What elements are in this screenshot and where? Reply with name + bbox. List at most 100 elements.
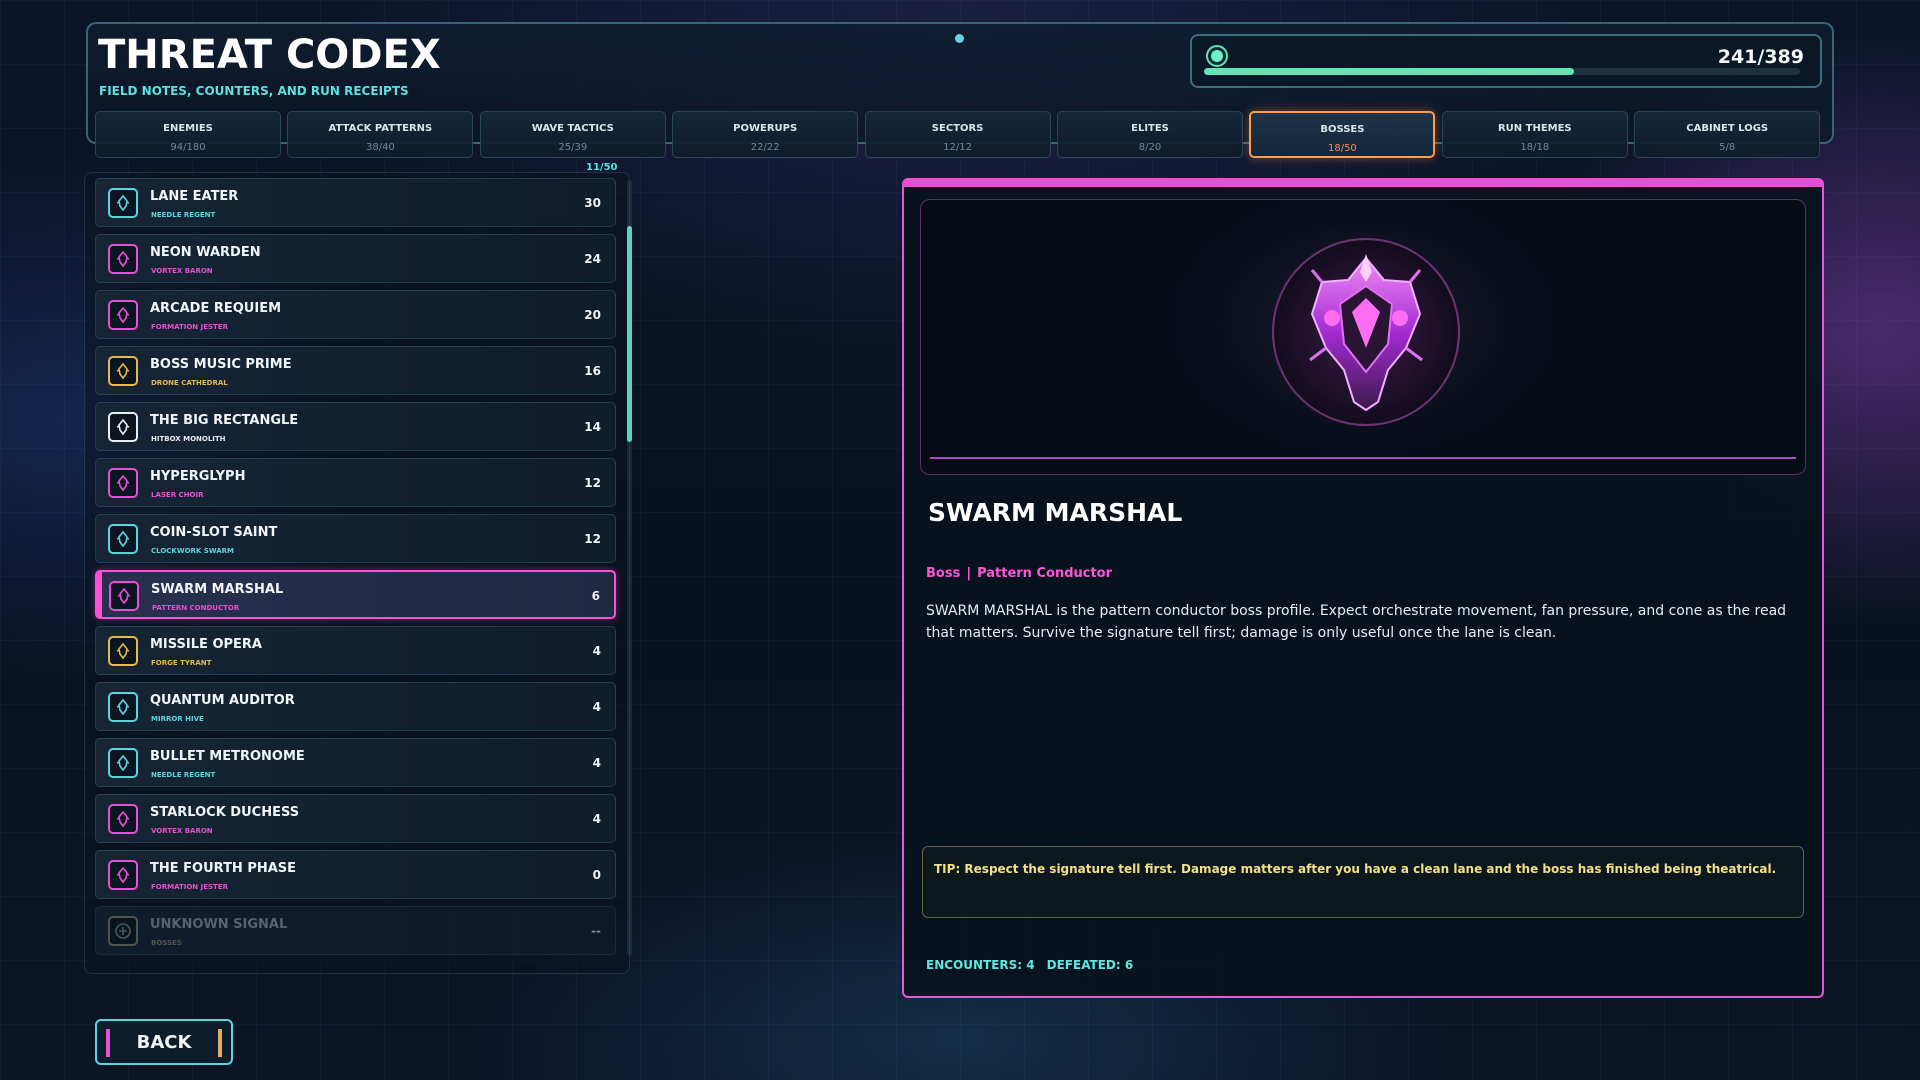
list-item-subtitle: HITBOX MONOLITH	[151, 435, 226, 443]
list-item[interactable]: NEON WARDEN VORTEX BARON 24	[95, 234, 616, 283]
list-item-count: 30	[584, 196, 601, 210]
tip-text: TIP: Respect the signature tell first. D…	[934, 862, 1777, 876]
list-item-subtitle: VORTEX BARON	[151, 827, 213, 835]
list-item-count: 4	[592, 644, 601, 658]
list-item[interactable]: MISSILE OPERA FORGE TYRANT 4	[95, 626, 616, 675]
list-item-subtitle: PATTERN CONDUCTOR	[152, 604, 240, 612]
list-item-count: 4	[592, 700, 601, 714]
list-item-count: 16	[584, 364, 601, 378]
list-item-count: 24	[584, 252, 601, 266]
list-item-subtitle: LASER CHOIR	[151, 491, 204, 499]
tab-label: CABINET LOGS	[1686, 123, 1769, 134]
preview-divider	[930, 457, 1796, 459]
codex-progress: 241/389	[1190, 34, 1822, 88]
page-subtitle: FIELD NOTES, COUNTERS, AND RUN RECEIPTS	[99, 84, 409, 98]
tab-label: BOSSES	[1320, 124, 1365, 135]
boss-sprite-icon	[108, 412, 138, 442]
list-item-count: 14	[584, 420, 601, 434]
list-item[interactable]: BULLET METRONOME NEEDLE REGENT 4	[95, 738, 616, 787]
boss-type-tag: Boss	[926, 566, 961, 581]
page-title: THREAT CODEX	[98, 32, 441, 78]
boss-sprite-icon	[108, 524, 138, 554]
list-item-count: 4	[592, 812, 601, 826]
boss-sprite-icon	[108, 356, 138, 386]
tab-bosses[interactable]: BOSSES 18/50	[1249, 111, 1436, 158]
list-item-subtitle: FORMATION JESTER	[151, 323, 228, 331]
list-item-subtitle: VORTEX BARON	[151, 267, 213, 275]
list-scrollbar-thumb[interactable]	[627, 226, 632, 442]
tab-count: 18/50	[1327, 143, 1357, 154]
tab-label: WAVE TACTICS	[531, 123, 614, 134]
tab-count: 25/39	[558, 142, 588, 153]
list-item[interactable]: HYPERGLYPH LASER CHOIR 12	[95, 458, 616, 507]
list-item[interactable]: STARLOCK DUCHESS VORTEX BARON 4	[95, 794, 616, 843]
boss-sprite-icon	[108, 860, 138, 890]
list-item-count: --	[591, 924, 601, 938]
tab-label: ATTACK PATTERNS	[328, 123, 433, 134]
tab-label: ENEMIES	[163, 123, 213, 134]
list-item-count: 12	[584, 532, 601, 546]
back-button[interactable]: BACK	[95, 1019, 233, 1065]
list-item-subtitle: NEEDLE REGENT	[151, 771, 216, 779]
tab-label: ELITES	[1131, 123, 1169, 134]
tab-count: 8/20	[1138, 142, 1162, 153]
tab-attack-patterns[interactable]: ATTACK PATTERNS 38/40	[287, 111, 474, 158]
list-item[interactable]: ARCADE REQUIEM FORMATION JESTER 20	[95, 290, 616, 339]
list-item-name: BULLET METRONOME	[150, 749, 305, 764]
list-item[interactable]: QUANTUM AUDITOR MIRROR HIVE 4	[95, 682, 616, 731]
list-item-name: SWARM MARSHAL	[151, 582, 284, 597]
tab-wave-tactics[interactable]: WAVE TACTICS 25/39	[479, 111, 666, 158]
list-item-name: ARCADE REQUIEM	[150, 301, 282, 316]
list-item-name: HYPERGLYPH	[150, 469, 246, 484]
list-item[interactable]: LANE EATER NEEDLE REGENT 30	[95, 178, 616, 227]
boss-name: SWARM MARSHAL	[928, 498, 1183, 527]
tab-sectors[interactable]: SECTORS 12/12	[864, 111, 1051, 158]
list-item-subtitle: NEEDLE REGENT	[151, 211, 216, 219]
boss-sprite-icon	[108, 468, 138, 498]
list-item[interactable]: THE FOURTH PHASE FORMATION JESTER 0	[95, 850, 616, 899]
boss-sprite-icon	[108, 300, 138, 330]
list-item-name: MISSILE OPERA	[150, 637, 262, 652]
defeated-stat: DEFEATED: 6	[1046, 958, 1134, 972]
tab-count: 22/22	[750, 142, 780, 153]
tab-cabinet-logs[interactable]: CABINET LOGS 5/8	[1634, 111, 1821, 158]
category-tabs: ENEMIES 94/180 ATTACK PATTERNS 38/40 WAVE TA…	[95, 111, 1821, 158]
boss-description: SWARM MARSHAL is the pattern conductor b…	[926, 603, 1787, 641]
list-item-name: COIN-SLOT SAINT	[150, 525, 278, 540]
tab-count: 38/40	[365, 142, 395, 153]
list-item[interactable]: COIN-SLOT SAINT CLOCKWORK SWARM 12	[95, 514, 616, 563]
progress-fill	[1204, 68, 1574, 75]
list-item[interactable]: SWARM MARSHAL PATTERN CONDUCTOR 6	[95, 570, 616, 619]
boss-sprite-icon	[108, 804, 138, 834]
boss-stats: ENCOUNTERS: 4 DEFEATED: 6	[926, 958, 1145, 972]
tab-count: 94/180	[170, 142, 206, 153]
progress-count: 241/389	[1717, 46, 1804, 68]
boss-portrait-icon	[1309, 254, 1423, 412]
tip-box	[922, 846, 1804, 918]
boss-sprite-icon	[108, 748, 138, 778]
back-button-label: BACK	[136, 1032, 192, 1053]
tab-enemies[interactable]: ENEMIES 94/180	[95, 111, 281, 158]
tab-run-themes[interactable]: RUN THEMES 18/18	[1441, 111, 1628, 158]
tab-powerups[interactable]: POWERUPS 22/22	[672, 111, 859, 158]
list-item-count: 4	[592, 756, 601, 770]
list-item-subtitle: FORMATION JESTER	[151, 883, 228, 891]
list-item-count: 12	[584, 476, 601, 490]
list-item-count: 20	[584, 308, 601, 322]
boss-sprite-icon	[108, 636, 138, 666]
list-item[interactable]: BOSS MUSIC PRIME DRONE CATHEDRAL 16	[95, 346, 616, 395]
encounters-stat: ENCOUNTERS: 4	[926, 958, 1035, 972]
boss-tags: Boss | Pattern Conductor	[926, 566, 1112, 581]
tab-elites[interactable]: ELITES 8/20	[1057, 111, 1243, 158]
list-item-name: QUANTUM AUDITOR	[150, 693, 295, 708]
list-item-subtitle: BOSSES	[151, 939, 182, 947]
list-item[interactable]: UNKNOWN SIGNAL BOSSES --	[95, 906, 616, 955]
list-item-name: STARLOCK DUCHESS	[150, 805, 300, 820]
tab-label: RUN THEMES	[1497, 123, 1572, 134]
list-item-count: 0	[592, 868, 601, 882]
tab-count: 18/18	[1520, 142, 1550, 153]
boss-sprite-icon	[108, 244, 138, 274]
list-item-subtitle: MIRROR HIVE	[151, 715, 204, 723]
list-item[interactable]: THE BIG RECTANGLE HITBOX MONOLITH 14	[95, 402, 616, 451]
list-item-subtitle: DRONE CATHEDRAL	[151, 379, 228, 387]
